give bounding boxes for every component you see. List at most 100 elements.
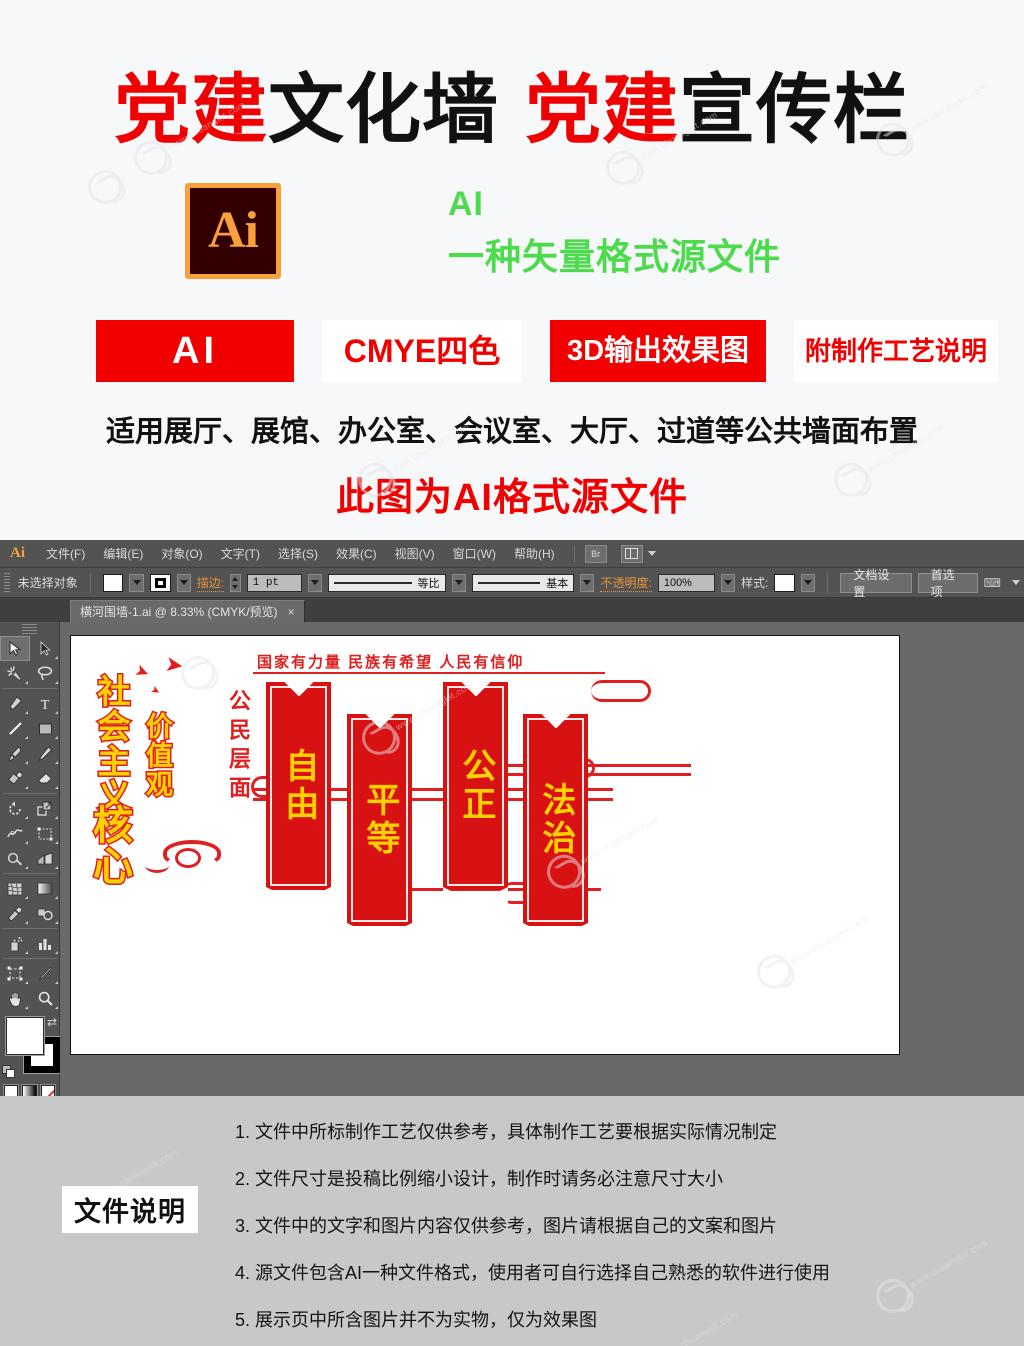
format-name: AI <box>448 185 484 223</box>
chevron-down-icon[interactable] <box>647 551 656 556</box>
magic-wand-tool[interactable] <box>0 661 30 686</box>
citizen-level-label: 公民层面 <box>226 689 251 805</box>
rotate-tool[interactable] <box>0 796 30 821</box>
banner-notch-top <box>347 714 412 728</box>
fill-dropdown-icon[interactable] <box>129 573 144 592</box>
stroke-weight-dropdown-icon[interactable] <box>307 573 322 592</box>
arrange-documents-icon[interactable] <box>620 544 643 563</box>
menu-effect[interactable]: 效果(C) <box>327 541 386 566</box>
preferences-button[interactable]: 首选项 <box>917 568 978 599</box>
stroke-weight-input[interactable]: 1 pt <box>246 573 302 592</box>
eyedropper-tool[interactable] <box>0 901 30 926</box>
line-segment-tool[interactable] <box>0 716 30 741</box>
brush-line-icon <box>477 581 541 584</box>
menu-object[interactable]: 对象(O) <box>152 541 211 566</box>
eraser-tool[interactable] <box>30 766 60 791</box>
perspective-grid-tool[interactable] <box>30 846 60 871</box>
document-setup-button[interactable]: 文档设置 <box>840 568 912 599</box>
pen-tool[interactable] <box>0 691 30 716</box>
core-values-line2: 价值观 <box>141 711 174 801</box>
scale-tool[interactable] <box>30 796 60 821</box>
rail-hook-decoration <box>591 680 651 702</box>
brush-definition-select[interactable]: 基本 <box>471 573 575 592</box>
opacity-dropdown-icon[interactable] <box>720 573 736 592</box>
menu-select[interactable]: 选择(S) <box>269 541 327 566</box>
transform-icon[interactable]: ⌨ <box>984 575 1001 591</box>
pencil-tool[interactable] <box>30 741 60 766</box>
dove-icon: ➤ <box>148 683 163 699</box>
stroke-weight-label[interactable]: 描边: <box>196 574 225 592</box>
bridge-icon[interactable]: Br <box>584 544 607 563</box>
badge-cmyk: CMYE四色 <box>322 320 522 382</box>
control-bar-grip[interactable] <box>4 572 10 593</box>
close-icon[interactable]: × <box>288 605 295 619</box>
gradient-tool[interactable] <box>30 876 60 901</box>
menu-help[interactable]: 帮助(H) <box>505 541 564 566</box>
menu-type[interactable]: 文字(T) <box>212 541 269 566</box>
blob-brush-tool[interactable] <box>0 766 30 791</box>
column-graph-tool[interactable] <box>30 931 60 956</box>
style-dropdown-icon[interactable] <box>801 573 816 592</box>
menu-divider <box>573 545 575 562</box>
svg-text:T: T <box>41 698 50 711</box>
menu-file[interactable]: 文件(F) <box>37 541 94 566</box>
cloud-ornament-icon <box>145 840 221 873</box>
menu-edit[interactable]: 编辑(E) <box>94 541 152 566</box>
chevron-down-icon[interactable] <box>1011 580 1020 585</box>
shape-builder-tool[interactable] <box>0 846 30 871</box>
free-transform-tool[interactable] <box>30 821 60 846</box>
note-item: 1. 文件中所标制作工艺仅供参考，具体制作工艺要根据实际情况制定 <box>235 1122 778 1142</box>
tool-panel-grip[interactable] <box>22 624 37 635</box>
banner-text: 平等 <box>360 782 399 858</box>
opacity-label[interactable]: 不透明度: <box>600 574 652 592</box>
zoom-tool[interactable] <box>30 986 60 1011</box>
selection-tool[interactable] <box>0 636 30 661</box>
lasso-tool[interactable] <box>30 661 60 686</box>
stroke-profile-select[interactable]: 等比 <box>327 573 446 592</box>
title-part-1: 党建 <box>114 68 268 153</box>
blend-tool[interactable] <box>30 901 60 926</box>
brush-dropdown-icon[interactable] <box>580 573 595 592</box>
menu-view[interactable]: 视图(V) <box>386 541 444 566</box>
symbol-sprayer-tool[interactable] <box>0 931 30 956</box>
stroke-weight-stepper[interactable] <box>230 573 241 592</box>
selection-status: 未选择对象 <box>17 576 78 590</box>
paintbrush-tool[interactable] <box>0 741 30 766</box>
promo-header: 党建文化墙 党建宣传栏 Ai AI 一种矢量格式源文件 AI CMYE四色 3D输… <box>0 0 1024 540</box>
fill-color-swatch[interactable] <box>102 573 124 592</box>
core-values-line1: 社会主义 <box>92 673 132 816</box>
slice-tool[interactable] <box>30 961 60 986</box>
width-tool[interactable] <box>0 821 30 846</box>
hand-tool[interactable] <box>0 986 30 1011</box>
default-fill-stroke-icon[interactable] <box>2 1065 16 1079</box>
menu-window[interactable]: 窗口(W) <box>444 541 505 566</box>
work-area: T ⇄ 国家有力量 民族有希望 人民有信仰 ➤ ➤ ➤ 社会主义 价值观 核心 … <box>0 622 1024 1101</box>
note-item: 3. 文件中的文字和图片内容仅供参考，图片请根据自己的文案和图片 <box>235 1216 778 1236</box>
title-part-2: 文化墙 <box>268 68 499 153</box>
note-item: 4. 源文件包含AI一种文件格式，使用者可自行选择自己熟悉的软件进行使用 <box>235 1263 831 1283</box>
type-tool[interactable]: T <box>30 691 60 716</box>
swap-fill-stroke-icon[interactable]: ⇄ <box>47 1015 57 1029</box>
document-tab-title: 横河围墙-1.ai @ 8.33% (CMYK/预览) <box>80 605 278 619</box>
badge-3d-output: 3D输出效果图 <box>550 320 766 382</box>
mesh-tool[interactable] <box>0 876 30 901</box>
stroke-dropdown-icon[interactable] <box>176 573 191 592</box>
brush-value: 基本 <box>546 577 569 590</box>
format-description: AI 一种矢量格式源文件 <box>448 185 781 280</box>
direct-selection-tool[interactable] <box>30 636 60 661</box>
canvas-area[interactable]: 国家有力量 民族有希望 人民有信仰 ➤ ➤ ➤ 社会主义 价值观 核心 公民层面 <box>60 622 1024 1096</box>
artwork-slogan: 国家有力量 民族有希望 人民有信仰 <box>257 654 525 671</box>
artboard[interactable]: 国家有力量 民族有希望 人民有信仰 ➤ ➤ ➤ 社会主义 价值观 核心 公民层面 <box>70 635 900 1055</box>
stroke-profile-dropdown-icon[interactable] <box>451 573 466 592</box>
banner-notch-bottom <box>523 923 588 939</box>
stroke-color-swatch[interactable] <box>149 573 171 592</box>
fill-swatch[interactable] <box>6 1017 44 1055</box>
wall-artwork: 国家有力量 民族有希望 人民有信仰 ➤ ➤ ➤ 社会主义 价值观 核心 公民层面 <box>71 636 899 1054</box>
artboard-tool[interactable] <box>0 961 30 986</box>
rectangle-tool[interactable] <box>30 716 60 741</box>
opacity-input[interactable]: 100% <box>657 573 715 592</box>
graphic-style-swatch[interactable] <box>774 573 796 592</box>
file-notes-list: 1. 文件中所标制作工艺仅供参考，具体制作工艺要根据实际情况制定 2. 文件尺寸… <box>235 1118 995 1346</box>
banner-notch-top <box>523 714 588 728</box>
document-tab[interactable]: 横河围墙-1.ai @ 8.33% (CMYK/预览) × <box>70 600 305 622</box>
